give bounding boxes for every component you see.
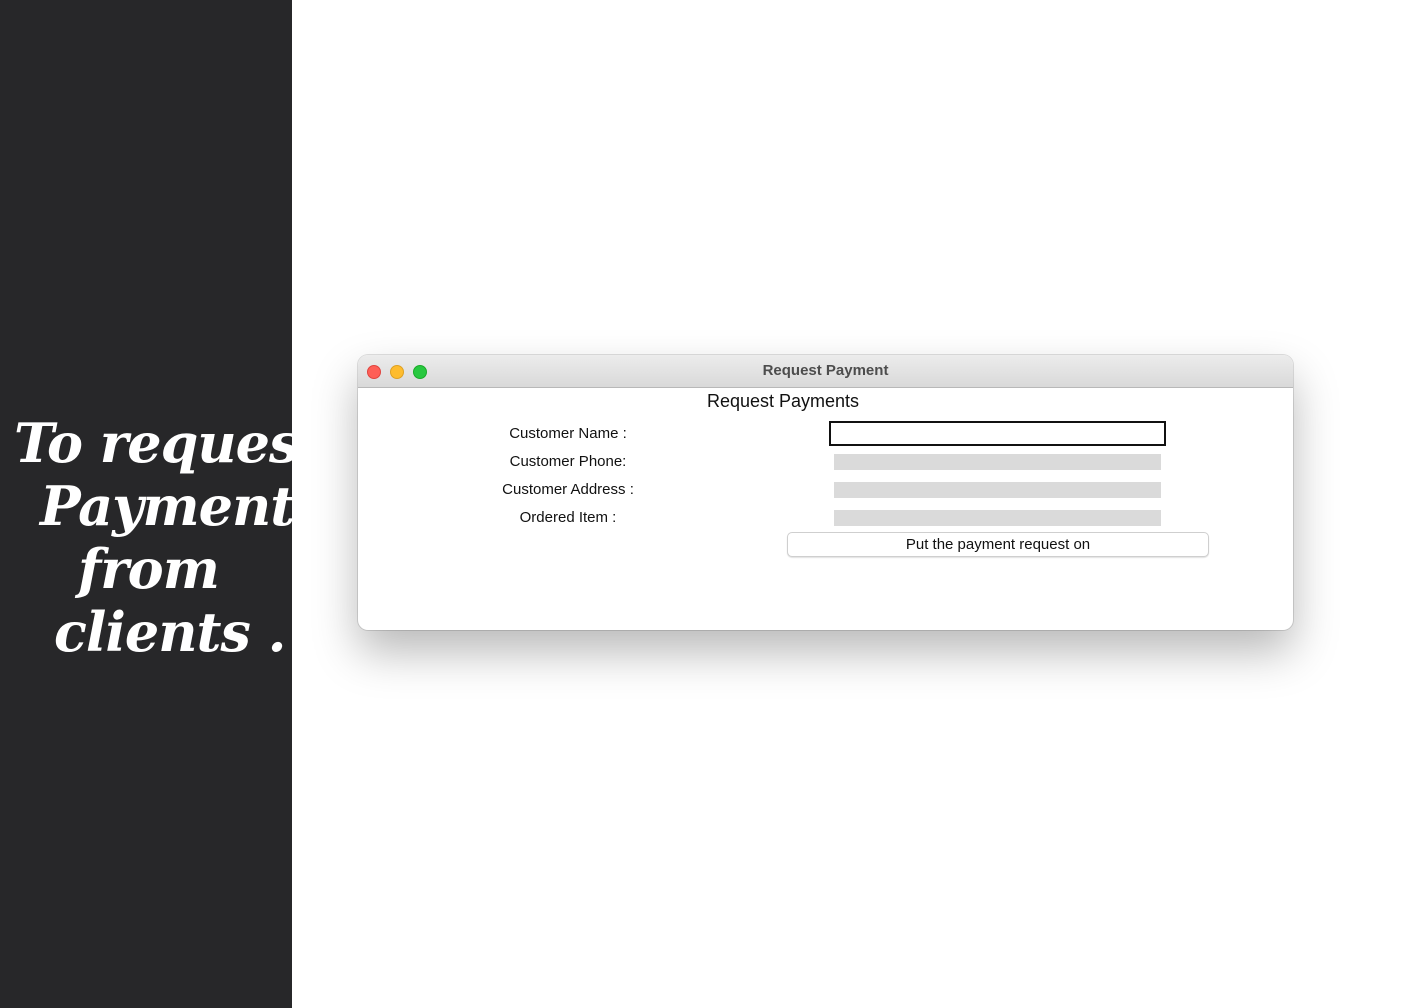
ordered-item-input[interactable] (834, 510, 1161, 526)
tagline-line: To request (14, 411, 323, 475)
customer-phone-input[interactable] (834, 454, 1161, 470)
promo-tagline: To request Payment from clients . (0, 411, 323, 664)
submit-payment-request-button[interactable]: Put the payment request on (787, 532, 1209, 557)
customer-name-input[interactable] (829, 421, 1166, 446)
customer-address-input[interactable] (834, 482, 1161, 498)
customer-name-label: Customer Name : (509, 425, 627, 442)
customer-address-label: Customer Address : (502, 481, 634, 498)
tagline-line: clients . (54, 600, 286, 664)
window-title: Request Payment (762, 362, 889, 379)
request-payment-window: Request Payment Request Payments Custome… (358, 355, 1293, 630)
ordered-item-label: Ordered Item : (519, 509, 617, 526)
tagline-line: Payment (40, 474, 295, 538)
window-titlebar[interactable]: Request Payment (358, 355, 1293, 388)
tagline-line: from (78, 537, 220, 601)
promo-side-panel: To request Payment from clients . (0, 0, 323, 1008)
form-heading: Request Payments (706, 391, 860, 411)
customer-phone-label: Customer Phone: (509, 453, 627, 470)
